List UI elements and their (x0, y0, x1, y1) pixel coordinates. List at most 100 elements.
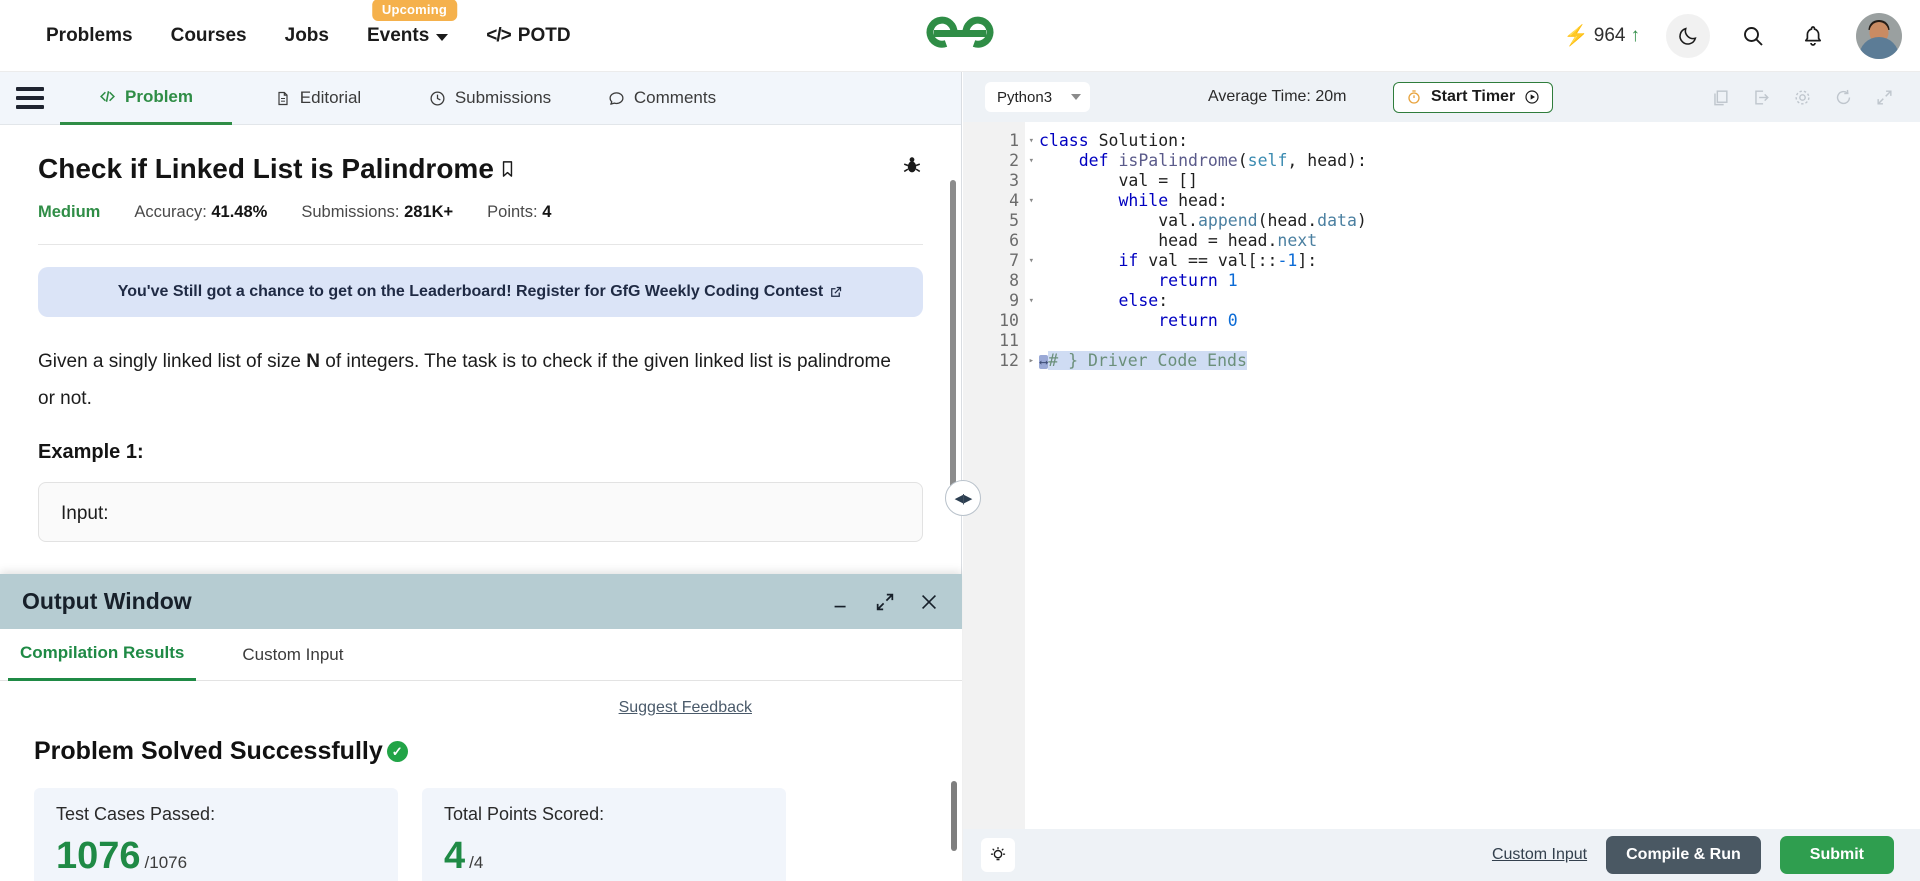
code-content[interactable]: class Solution: def isPalindrome(self, h… (1025, 122, 1920, 829)
minimize-button[interactable] (830, 591, 852, 613)
import-icon (1755, 89, 1769, 105)
copy-button[interactable] (1711, 88, 1730, 107)
reset-button[interactable] (1834, 88, 1853, 107)
example-heading: Example 1: (38, 441, 144, 463)
points-stat: Points: 4 (487, 203, 551, 222)
card-label: Test Cases Passed: (56, 804, 216, 824)
hint-button[interactable] (981, 838, 1015, 872)
close-icon (921, 594, 937, 609)
points-label: Points: (487, 203, 538, 221)
theme-toggle-button[interactable] (1666, 13, 1710, 58)
fullscreen-icon (1877, 89, 1892, 105)
problem-header: Check if Linked List is Palindrome (38, 125, 923, 185)
expand-button[interactable] (874, 591, 896, 613)
start-timer-button[interactable]: Start Timer (1393, 81, 1554, 113)
card-label: Total Points Scored: (444, 804, 605, 824)
fullscreen-button[interactable] (1875, 88, 1894, 107)
problem-description: Given a singly linked list of size N of … (38, 343, 898, 417)
code-icon (100, 91, 115, 102)
nav-right-actions: ⚡ 964 ↑ (1564, 12, 1902, 59)
editor-bottom-bar: Custom Input Compile & Run Submit (963, 829, 1920, 881)
code-token: isPalindrome (1118, 151, 1238, 170)
check-circle-icon: ✓ (386, 741, 408, 762)
problem-meta: Medium Accuracy: 41.48% Submissions: 281… (38, 203, 923, 222)
output-window-header: Output Window (0, 574, 962, 629)
code-token: def (1078, 151, 1109, 170)
problem-scrollbar[interactable] (950, 180, 956, 510)
code-token: val = [] (1039, 171, 1198, 190)
language-select[interactable]: Python3 (985, 82, 1090, 112)
output-scrollbar[interactable] (951, 781, 957, 851)
code-line: val = [] (1039, 171, 1920, 191)
fold-toggle-icon[interactable]: ▾ (1029, 291, 1034, 311)
editor-actions: Custom Input Compile & Run Submit (1492, 836, 1894, 874)
tab-submissions[interactable]: Submissions (404, 72, 576, 125)
nav-label: Jobs (284, 24, 329, 46)
example-input-label: Input: (61, 503, 109, 524)
fold-toggle-icon[interactable]: ▾ (1029, 151, 1034, 171)
score-value: 964 (1593, 24, 1626, 46)
fold-toggle-icon[interactable]: ▾ (1029, 131, 1034, 151)
tab-editorial[interactable]: Editorial (232, 72, 404, 125)
score-indicator[interactable]: ⚡ 964 ↑ (1564, 23, 1640, 48)
settings-button[interactable] (1793, 88, 1812, 107)
code-token: : (1158, 291, 1169, 310)
divider (38, 244, 923, 245)
tab-label: Problem (124, 86, 194, 106)
fold-toggle-icon[interactable]: ▾ (1029, 251, 1034, 271)
panel-resizer[interactable]: ◀|▶ (945, 480, 981, 516)
line-number: 7 ▾ (1009, 251, 1034, 270)
geeksforgeeks-logo[interactable] (923, 11, 997, 60)
notifications-button[interactable] (1796, 19, 1830, 53)
user-avatar[interactable] (1856, 12, 1902, 59)
bolt-icon: ⚡ (1563, 25, 1589, 47)
chevron-down-icon (1071, 94, 1081, 100)
code-token: 1 (1227, 271, 1238, 290)
code-editor[interactable]: 1 ▾ 2 ▾ 3 4 ▾ 5 6 7 ▾ 8 9 ▾ 10 11 12 ▸ class Solution: de… (963, 122, 1920, 829)
nav-item-jobs[interactable]: Jobs (285, 25, 329, 47)
line-number: 2 ▾ (1009, 151, 1034, 170)
contest-banner[interactable]: You've Still got a chance to get on the … (38, 267, 923, 317)
hamburger-menu-icon[interactable] (0, 87, 60, 109)
nav-item-potd[interactable]: </> POTD (486, 25, 570, 47)
tab-comments[interactable]: Comments (576, 72, 748, 125)
nav-item-problems[interactable]: Problems (46, 25, 133, 47)
code-line: head = head.next (1039, 231, 1920, 251)
suggest-feedback-link[interactable]: Suggest Feedback (619, 699, 752, 717)
submit-button[interactable]: Submit (1779, 836, 1894, 874)
code-token: head: (1168, 191, 1228, 210)
code-token: ) (1356, 211, 1367, 230)
compile-run-button[interactable]: Compile & Run (1606, 836, 1761, 874)
line-number: 11 (999, 331, 1019, 350)
line-number-gutter: 1 ▾ 2 ▾ 3 4 ▾ 5 6 7 ▾ 8 9 ▾ 10 11 12 ▸ (963, 122, 1034, 829)
import-button[interactable] (1752, 88, 1771, 107)
code-token: head = head. (1039, 231, 1278, 250)
accuracy-label: Accuracy: (134, 203, 207, 221)
nav-item-courses[interactable]: Courses (171, 25, 247, 47)
code-line: val.append(head.data) (1039, 211, 1920, 231)
code-line: class Solution: (1039, 131, 1920, 151)
custom-input-link[interactable]: Custom Input (1492, 846, 1587, 864)
line-number: 5 (1009, 211, 1019, 230)
tab-problem[interactable]: Problem (60, 72, 232, 125)
search-button[interactable] (1736, 19, 1770, 53)
code-line: return 0 (1039, 311, 1920, 331)
tab-label: Custom Input (242, 644, 344, 664)
code-token: class (1039, 131, 1089, 150)
bookmark-icon[interactable] (498, 158, 517, 180)
bug-report-icon[interactable] (901, 153, 923, 177)
code-line: return 1 (1039, 271, 1920, 291)
tab-compilation-results[interactable]: Compilation Results (8, 629, 197, 681)
nav-item-events[interactable]: Upcoming Events (367, 0, 458, 47)
code-token: else (1118, 291, 1159, 310)
code-token: data (1317, 211, 1357, 230)
tab-custom-input[interactable]: Custom Input (230, 629, 355, 681)
close-button[interactable] (918, 591, 940, 613)
line-number: 6 (1009, 231, 1019, 250)
fold-toggle-icon[interactable]: ▾ (1029, 191, 1034, 211)
language-value: Python3 (997, 88, 1053, 106)
fold-toggle-icon[interactable]: ▸ (1029, 351, 1034, 371)
